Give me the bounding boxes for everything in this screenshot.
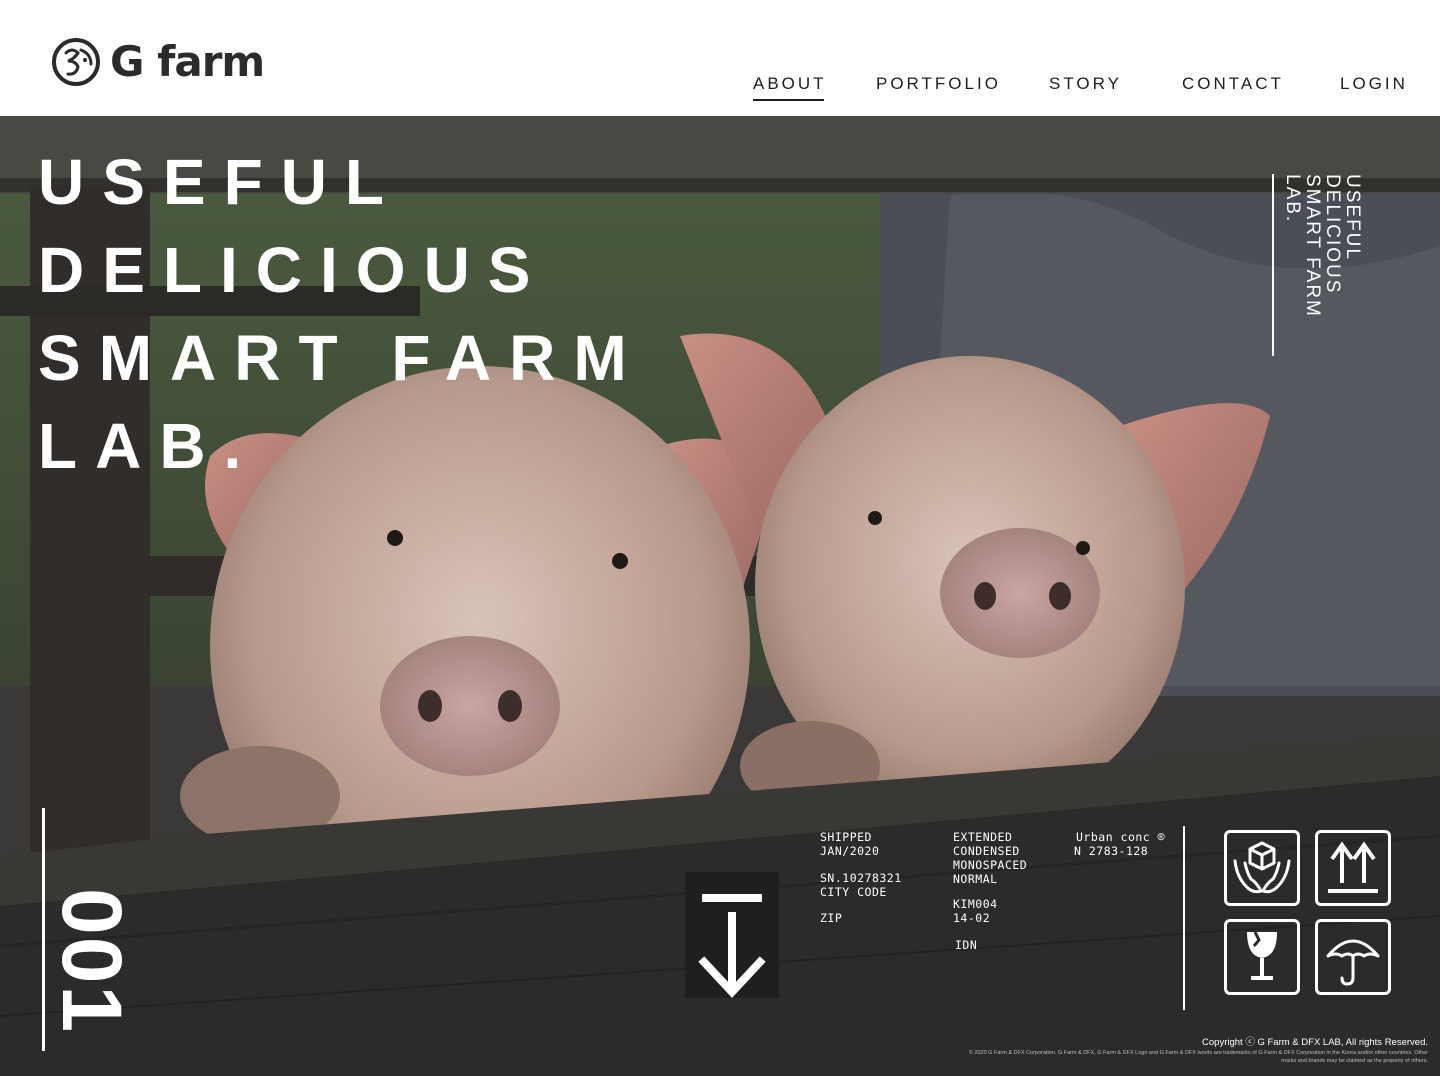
info-text: MONOSPACED <box>953 858 1028 872</box>
vertical-tagline-line: SMART FARM <box>1302 174 1323 318</box>
urban-info: Urban conc ® <box>1076 830 1166 844</box>
nav-item-portfolio[interactable]: PORTFOLIO <box>876 74 1001 94</box>
serial-info: SN.10278321 CITY CODE <box>820 871 902 899</box>
site-header: G farm ABOUT PORTFOLIO STORY CONTACT LOG… <box>0 0 1440 116</box>
info-text: SHIPPED <box>820 830 872 844</box>
keep-dry-icon <box>1315 919 1391 995</box>
handle-with-care-icon <box>1224 830 1300 906</box>
page-number: 001 <box>45 888 139 1036</box>
info-text: EXTENDED <box>953 830 1013 844</box>
info-text: 14-02 <box>953 911 991 925</box>
copyright-text: Copyright ⓒ G Farm & DFX LAB, All rights… <box>1202 1037 1428 1048</box>
info-text: CITY CODE <box>820 885 887 899</box>
hero-section: USEFUL DELICIOUS SMART FARM LAB. USEFUL … <box>0 116 1440 1076</box>
urban-number: N 2783-128 <box>1074 844 1149 858</box>
info-text: JAN/2020 <box>820 844 880 858</box>
hero-headline: USEFUL DELICIOUS SMART FARM LAB. <box>38 138 645 490</box>
nav-item-about[interactable]: ABOUT <box>753 74 827 101</box>
headline-line: USEFUL <box>38 146 402 218</box>
typeface-info: EXTENDED CONDENSED MONOSPACED NORMAL <box>953 830 1027 886</box>
headline-line: SMART FARM <box>38 322 645 394</box>
info-text: KIM004 <box>953 897 998 911</box>
info-text: CONDENSED <box>953 844 1020 858</box>
page-number-text: 001 <box>45 888 139 1035</box>
main-nav: ABOUT PORTFOLIO STORY CONTACT LOGIN <box>0 74 1440 101</box>
nav-item-login[interactable]: LOGIN <box>1340 74 1408 94</box>
code-info: KIM004 14-02 <box>953 897 998 925</box>
side-divider <box>1272 174 1274 356</box>
icons-divider <box>1183 826 1185 1010</box>
info-text: NORMAL <box>953 872 998 886</box>
fragile-icon <box>1224 919 1300 995</box>
vertical-tagline: USEFUL DELICIOUS SMART FARM LAB. <box>1278 174 1368 364</box>
info-text: SN.10278321 <box>820 871 902 885</box>
nav-item-story[interactable]: STORY <box>1049 74 1122 94</box>
arrow-down-icon <box>698 894 766 998</box>
this-way-up-icon <box>1315 830 1391 906</box>
vertical-tagline-line: USEFUL <box>1342 174 1363 261</box>
shipped-info: SHIPPED JAN/2020 <box>820 830 879 858</box>
country-info: IDN <box>955 938 978 952</box>
vertical-tagline-line: LAB. <box>1282 174 1303 224</box>
nav-item-contact[interactable]: CONTACT <box>1182 74 1284 94</box>
vertical-tagline-line: DELICIOUS <box>1322 174 1343 295</box>
headline-line: LAB. <box>38 410 260 482</box>
scroll-down-button[interactable] <box>685 872 779 998</box>
legal-text: © 2020 G Farm & DFX Corporation. G Farm … <box>968 1050 1428 1064</box>
zip-info: ZIP <box>820 911 843 925</box>
headline-line: DELICIOUS <box>38 234 549 306</box>
